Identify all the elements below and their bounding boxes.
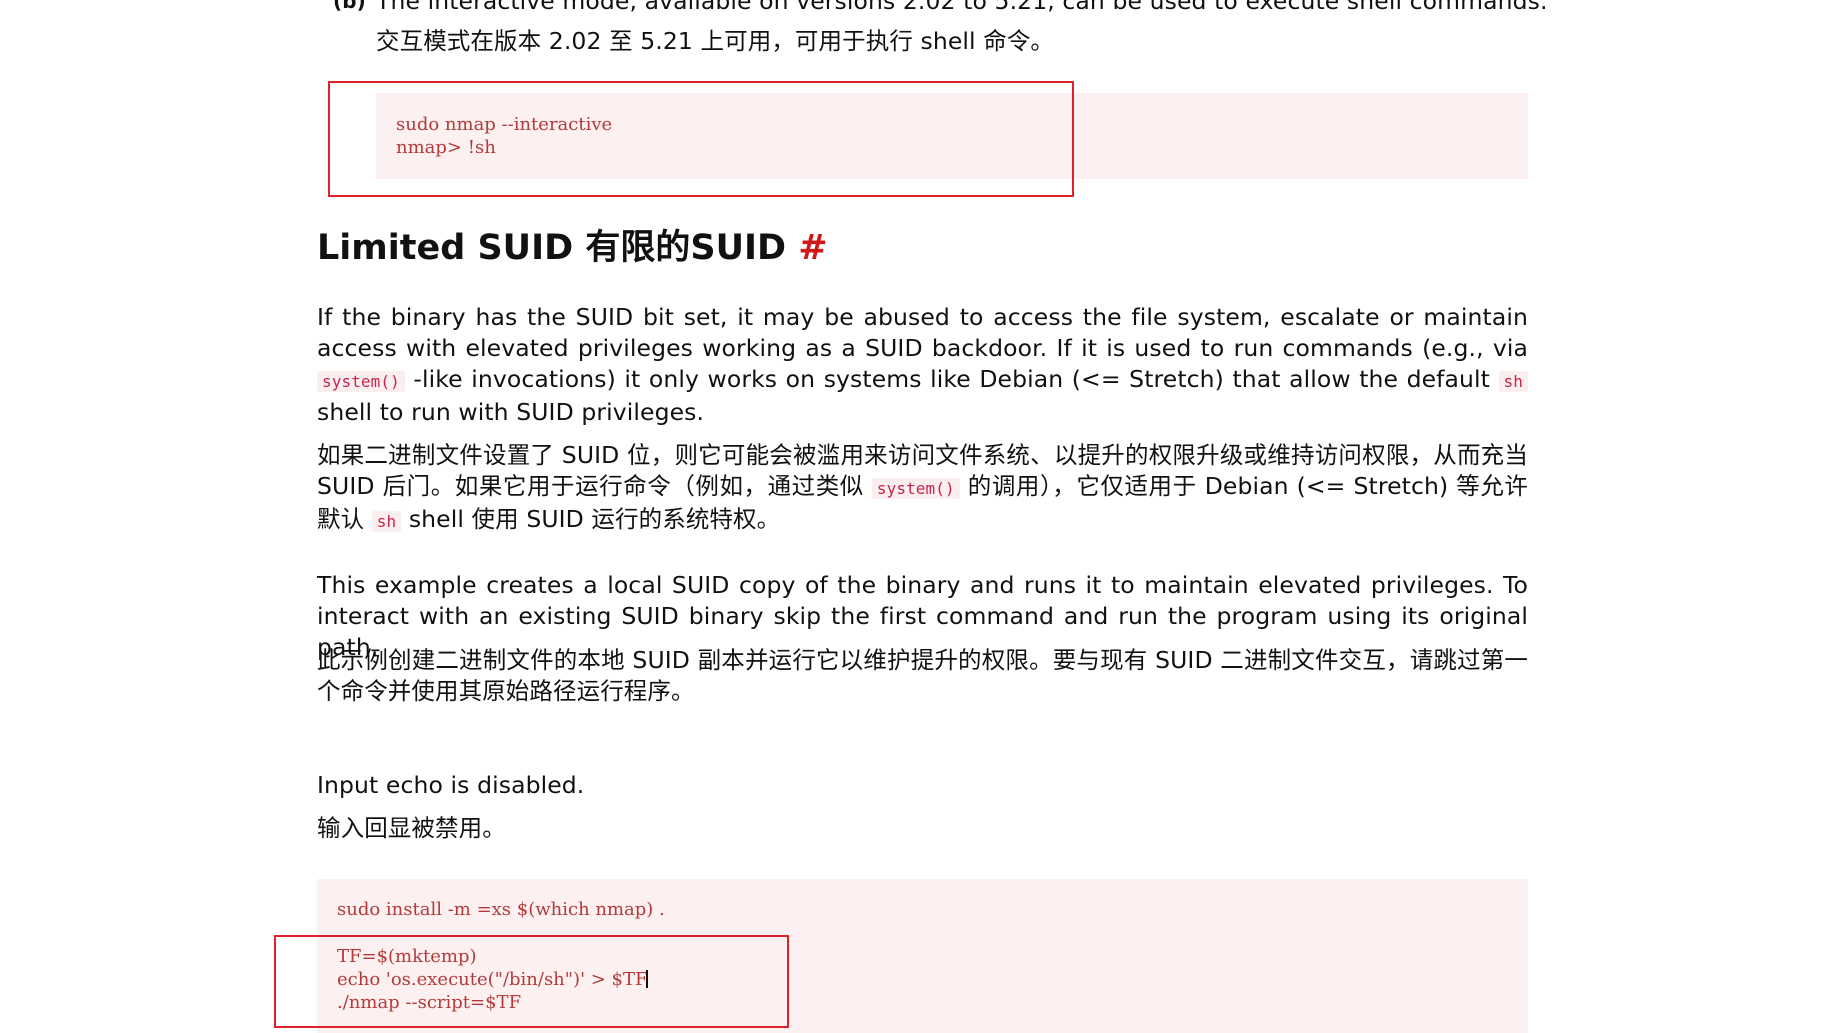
code-line: sudo install -m =xs $(which nmap) . [337, 899, 665, 920]
section-title: Limited SUID 有限的SUID [317, 228, 787, 268]
top-marker: (b) [333, 0, 366, 13]
highlight-box-2 [274, 935, 789, 1028]
top-paragraph-en: The interactive mode, available on versi… [376, 0, 1548, 15]
paragraph-echo-zh: 输入回显被禁用。 [317, 814, 506, 842]
inline-code-system: system() [317, 371, 405, 392]
inline-code-system: system() [871, 478, 960, 499]
top-paragraph-zh: 交互模式在版本 2.02 至 5.21 上可用，可用于执行 shell 命令。 [376, 27, 1055, 55]
paragraph-echo-en: Input echo is disabled. [317, 771, 585, 799]
paragraph-example-zh: 此示例创建二进制文件的本地 SUID 副本并运行它以维护提升的权限。要与现有 S… [317, 646, 1528, 705]
para-text: shell to run with SUID privileges. [317, 398, 705, 426]
inline-code-sh: sh [1498, 371, 1528, 392]
para-text: If the binary has the SUID bit set, it m… [317, 303, 1528, 362]
para-text: -like invocations) it only works on syst… [404, 365, 1499, 393]
paragraph-suid-zh: 如果二进制文件设置了 SUID 位，则它可能会被滥用来访问文件系统、以提升的权限… [317, 440, 1528, 537]
highlight-box-1 [328, 81, 1074, 197]
paragraph-suid-en: If the binary has the SUID bit set, it m… [317, 302, 1528, 428]
inline-code-sh: sh [371, 511, 402, 532]
section-heading: Limited SUID 有限的SUID # [317, 224, 828, 272]
para-text: shell 使用 SUID 运行的系统特权。 [401, 505, 781, 533]
section-anchor-link[interactable]: # [798, 228, 827, 268]
